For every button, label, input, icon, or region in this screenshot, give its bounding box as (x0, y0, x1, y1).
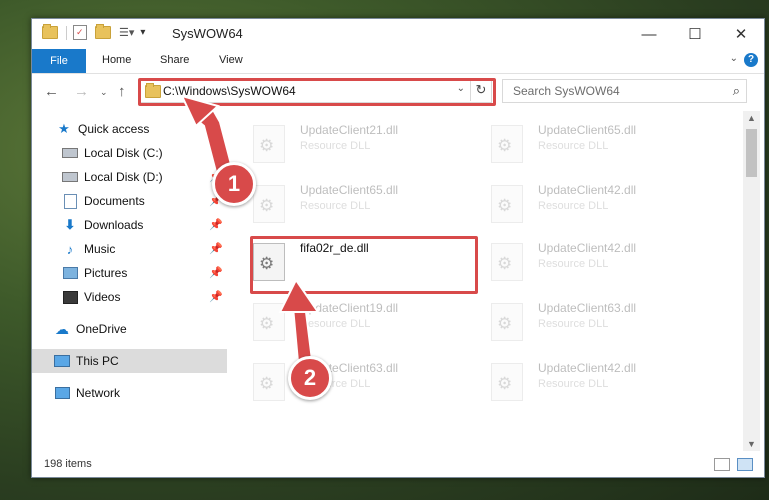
dll-file-icon (491, 303, 523, 341)
sidebar-item-network[interactable]: Network (32, 381, 227, 405)
pin-icon[interactable]: 📌 (209, 218, 223, 231)
file-item[interactable]: UpdateClient63.dll Resource DLL (466, 289, 696, 347)
tab-share[interactable]: Share (160, 54, 189, 66)
quick-access-toolbar: ✓ ☰▾ ▾ (42, 24, 145, 40)
tab-file[interactable]: File (32, 49, 86, 73)
file-item[interactable]: UpdateClient42.dll Resource DLL (466, 229, 696, 287)
back-button[interactable]: ← (44, 83, 59, 100)
drive-icon (62, 169, 78, 185)
new-folder-icon[interactable] (95, 24, 111, 39)
scrollbar-thumb[interactable] (746, 129, 757, 177)
scroll-up-icon[interactable]: ▲ (747, 113, 756, 123)
item-count: 198 items (44, 458, 92, 470)
file-item[interactable]: UpdateClient65.dll Resource DLL (228, 171, 458, 229)
file-highlight (250, 236, 478, 294)
qa-dropdown-icon[interactable]: ▾ (140, 27, 145, 38)
file-item[interactable]: UpdateClient19.dll Resource DLL (228, 289, 458, 347)
dll-file-icon (253, 185, 285, 223)
sidebar-item-onedrive[interactable]: ☁ OneDrive (32, 317, 227, 341)
sidebar-item-pictures[interactable]: Pictures 📌 (32, 261, 227, 285)
pin-icon[interactable]: 📌 (209, 266, 223, 279)
sidebar-item-downloads[interactable]: ⬇ Downloads 📌 (32, 213, 227, 237)
music-icon: ♪ (66, 241, 74, 257)
cloud-icon: ☁ (55, 320, 69, 337)
pin-icon[interactable]: 📌 (209, 290, 223, 303)
dll-file-icon (253, 125, 285, 163)
download-icon: ⬇ (64, 217, 76, 232)
expand-ribbon-icon[interactable]: ⌄ (730, 53, 738, 64)
tab-view[interactable]: View (219, 54, 243, 66)
title-bar: ✓ ☰▾ ▾ SysWOW64 — ☐ ✕ (32, 19, 764, 49)
maximize-button[interactable]: ☐ (672, 19, 718, 49)
pin-icon[interactable]: 📌 (209, 242, 223, 255)
up-button[interactable]: ↑ (118, 83, 126, 100)
window-title: SysWOW64 (172, 26, 243, 41)
star-icon: ★ (58, 121, 70, 136)
navigation-pane: ★ Quick access Local Disk (C:) Local Dis… (32, 111, 227, 451)
step-badge-1: 1 (212, 162, 256, 206)
file-explorer-window: ✓ ☰▾ ▾ SysWOW64 — ☐ ✕ File Home Share Vi… (31, 18, 765, 478)
sidebar-item-local-disk-d[interactable]: Local Disk (D:) 📌 (32, 165, 227, 189)
tab-home[interactable]: Home (102, 54, 131, 66)
pictures-icon (62, 265, 78, 281)
help-icon[interactable]: ? (744, 53, 758, 67)
close-button[interactable]: ✕ (718, 19, 764, 49)
step-badge-2: 2 (288, 356, 332, 400)
file-item[interactable]: UpdateClient21.dll Resource DLL (228, 111, 458, 169)
sidebar-item-quick-access[interactable]: ★ Quick access (32, 117, 227, 141)
search-input[interactable]: Search SysWOW64 ⌕ (502, 79, 747, 103)
documents-icon (62, 193, 78, 209)
dll-file-icon (491, 363, 523, 401)
videos-icon (62, 289, 78, 305)
sidebar-item-local-disk-c[interactable]: Local Disk (C:) (32, 141, 227, 165)
ribbon-tabs: File Home Share View ⌄ ? (32, 49, 764, 74)
file-item[interactable]: UpdateClient42.dll Resource DLL (466, 349, 696, 407)
computer-icon (54, 353, 70, 369)
sidebar-item-documents[interactable]: Documents 📌 (32, 189, 227, 213)
network-icon (54, 385, 70, 401)
dll-file-icon (253, 363, 285, 401)
dll-file-icon (491, 125, 523, 163)
file-item[interactable]: UpdateClient42.dll Resource DLL (466, 171, 696, 229)
customize-toolbar-icon[interactable]: ☰▾ (119, 26, 134, 39)
search-icon: ⌕ (732, 83, 740, 98)
scroll-down-icon[interactable]: ▼ (747, 439, 756, 449)
sidebar-item-this-pc[interactable]: This PC (32, 349, 227, 373)
drive-icon (62, 145, 78, 161)
file-item[interactable]: UpdateClient65.dll Resource DLL (466, 111, 696, 169)
status-bar: 198 items (32, 453, 764, 477)
folder-icon (42, 24, 58, 39)
dll-file-icon (491, 243, 523, 281)
details-view-icon[interactable] (714, 458, 730, 471)
forward-button[interactable]: → (74, 83, 89, 100)
properties-icon[interactable]: ✓ (73, 25, 87, 40)
dll-file-icon (253, 303, 285, 341)
large-icons-view-icon[interactable] (737, 458, 753, 471)
address-highlight (138, 78, 496, 106)
search-placeholder: Search SysWOW64 (513, 84, 620, 98)
vertical-scrollbar[interactable]: ▲ ▼ (743, 111, 760, 451)
minimize-button[interactable]: — (626, 19, 672, 49)
sidebar-item-videos[interactable]: Videos 📌 (32, 285, 227, 309)
recent-locations-icon[interactable]: ⌄ (100, 87, 108, 98)
sidebar-item-music[interactable]: ♪ Music 📌 (32, 237, 227, 261)
file-item[interactable]: UpdateClient63.dll Resource DLL (228, 349, 458, 407)
dll-file-icon (491, 185, 523, 223)
